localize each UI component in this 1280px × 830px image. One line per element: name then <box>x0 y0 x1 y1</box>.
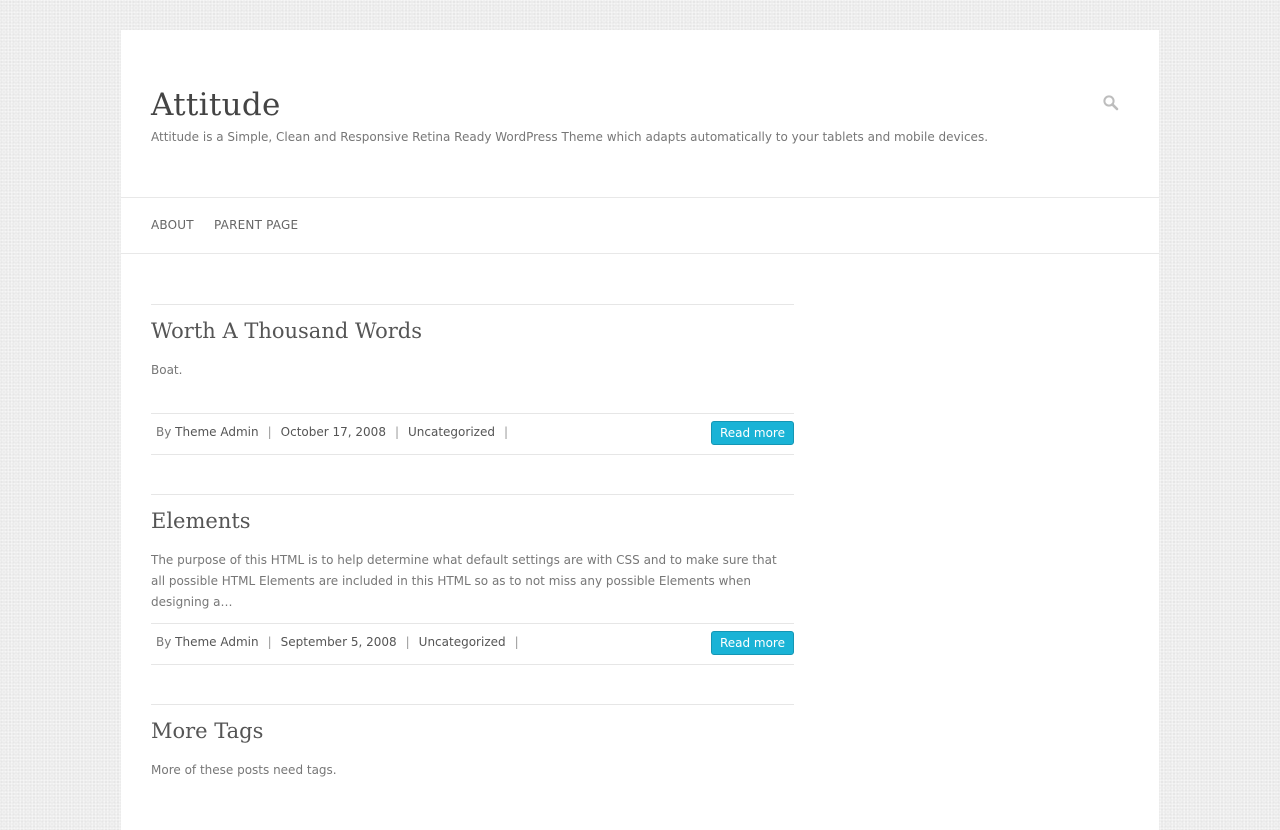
post-meta: By Theme Admin | October 17, 2008 | Uncatego… <box>151 413 794 455</box>
read-more-button[interactable]: Read more <box>710 421 794 445</box>
post-author-link[interactable]: Theme Admin <box>175 425 258 439</box>
search-icon[interactable] <box>1102 94 1120 112</box>
meta-separator: | <box>514 635 519 649</box>
post-title[interactable]: Worth A Thousand Words <box>151 317 422 345</box>
meta-by-label: By <box>156 425 172 439</box>
post-date-link[interactable]: October 17, 2008 <box>281 425 386 439</box>
post-title[interactable]: Elements <box>151 507 251 535</box>
meta-separator: | <box>267 425 272 439</box>
meta-separator: | <box>394 425 399 439</box>
post-date-link[interactable]: September 5, 2008 <box>281 635 397 649</box>
site-description: Attitude is a Simple, Clean and Responsi… <box>151 130 989 144</box>
nav-item-about[interactable]: ABOUT <box>151 218 194 232</box>
site-title[interactable]: Attitude <box>151 85 281 125</box>
main-navigation: ABOUT PARENT PAGE <box>121 198 1159 254</box>
post-author-link[interactable]: Theme Admin <box>175 635 258 649</box>
post-meta: By Theme Admin | September 5, 2008 | Uncateg… <box>151 623 794 665</box>
post-excerpt: Boat. <box>151 363 183 377</box>
meta-separator: | <box>405 635 410 649</box>
page-wrapper: Attitude Attitude is a Simple, Clean and… <box>121 30 1159 830</box>
meta-separator: | <box>267 635 272 649</box>
post-article: Elements The purpose of this HTML is to … <box>151 494 794 665</box>
post-category-link[interactable]: Uncategorized <box>408 425 495 439</box>
post-article: Worth A Thousand Words Boat. By Theme Ad… <box>151 304 794 455</box>
nav-item-parent-page[interactable]: PARENT PAGE <box>214 218 298 232</box>
read-more-button[interactable]: Read more <box>710 631 794 655</box>
meta-by-label: By <box>156 635 172 649</box>
post-excerpt: More of these posts need tags. <box>151 763 337 777</box>
post-category-link[interactable]: Uncategorized <box>419 635 506 649</box>
post-excerpt: The purpose of this HTML is to help dete… <box>151 553 777 609</box>
meta-separator: | <box>503 425 508 439</box>
site-header: Attitude Attitude is a Simple, Clean and… <box>121 30 1159 198</box>
post-article: More Tags More of these posts need tags. <box>151 704 794 801</box>
post-title[interactable]: More Tags <box>151 717 263 745</box>
